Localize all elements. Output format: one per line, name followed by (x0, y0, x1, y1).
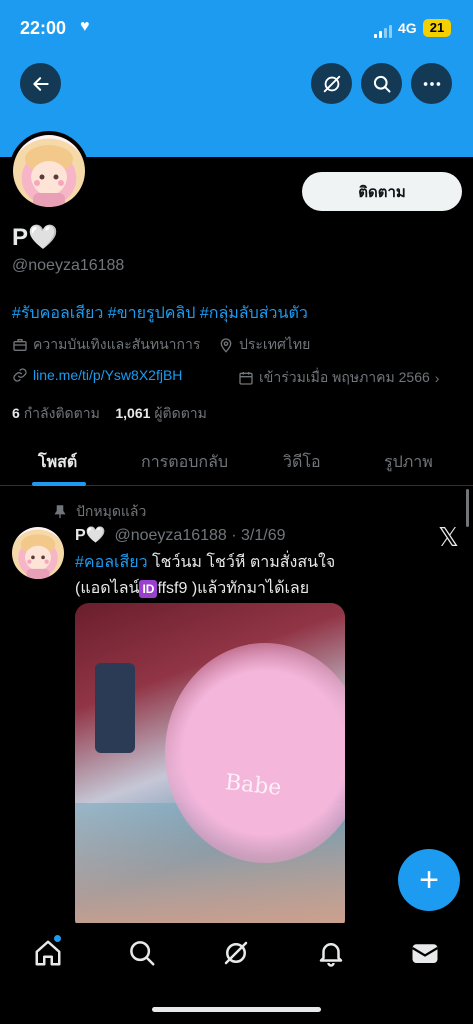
post-hashtag[interactable]: #คอลเสียว (75, 554, 148, 571)
profile-link[interactable]: line.me/ti/p/Ysw8X2fjBH (12, 367, 182, 383)
signal-icon (374, 24, 394, 38)
post-line2b: ffsf9 )แล้วทักมาได้เลย (157, 580, 310, 597)
home-indicator (152, 1007, 321, 1012)
following-link[interactable]: 6 กำลังติดตาม (12, 405, 100, 421)
battery-indicator: 21 (423, 19, 451, 37)
search-icon (373, 75, 390, 92)
display-name: P🤍 (12, 224, 58, 251)
bell-icon[interactable] (316, 938, 346, 968)
profile-bio[interactable]: #รับคอลเสียว #ขายรูปคลิป #กลุ่มลับส่วนตั… (12, 301, 308, 326)
followers-count: 1,061 (115, 405, 151, 421)
post-avatar[interactable] (12, 527, 64, 579)
grok-icon (323, 75, 340, 92)
location-pin-icon (220, 338, 232, 353)
calendar-icon (239, 372, 253, 385)
status-time: 22:00 (20, 18, 67, 38)
media-figure (95, 663, 135, 753)
more-button[interactable] (411, 63, 452, 104)
following-count: 6 (12, 405, 20, 421)
link-icon (13, 368, 27, 382)
pin-icon (54, 505, 66, 519)
profile-category: ความบันเทิงและสันทนาการ (12, 334, 200, 356)
tab-videos[interactable]: วิดีโอ (283, 450, 321, 475)
category-text: ความบันเทิงและสันทนาการ (33, 336, 201, 352)
compose-button[interactable]: + (398, 849, 460, 911)
profile-tabs: โพสต์ การตอบกลับ วิดีโอ รูปภาพ (0, 438, 473, 486)
followers-label: ผู้ติดตาม (154, 405, 207, 421)
plus-icon: + (419, 861, 439, 899)
id-badge-icon: ID (139, 580, 158, 598)
tab-replies[interactable]: การตอบกลับ (141, 450, 228, 475)
grok-icon[interactable] (221, 938, 251, 968)
pinned-label: ปักหมุดแล้ว (54, 501, 146, 523)
post-author-name[interactable]: P🤍 (75, 527, 106, 544)
x-logo-icon: 𝕏 (438, 523, 459, 553)
followers-link[interactable]: 1,061 ผู้ติดตาม (115, 405, 207, 421)
tab-indicator (32, 482, 86, 486)
back-button[interactable] (20, 63, 61, 104)
scrollbar[interactable] (466, 489, 469, 527)
search-icon[interactable] (127, 938, 157, 968)
post-handle-date[interactable]: @noeyza16188 · 3/1/69 (114, 527, 285, 544)
search-button[interactable] (361, 63, 402, 104)
follow-counts: 6 กำลังติดตาม 1,061 ผู้ติดตาม (12, 403, 207, 425)
following-label: กำลังติดตาม (23, 405, 100, 421)
link-text[interactable]: line.me/ti/p/Ysw8X2fjBH (33, 367, 182, 383)
post-header: P🤍 @noeyza16188 · 3/1/69 (75, 525, 286, 545)
status-heart-icon: ♥ (80, 18, 90, 35)
chevron-right-icon[interactable]: › (435, 370, 440, 386)
post-line2a: (แอดไลน์ (75, 580, 140, 597)
profile-avatar[interactable] (9, 131, 89, 211)
joined-text: เข้าร่วมเมื่อ พฤษภาคม 2566 (259, 369, 430, 385)
tab-posts[interactable]: โพสต์ (38, 450, 77, 475)
more-icon (423, 81, 440, 86)
pinned-text: ปักหมุดแล้ว (76, 503, 147, 519)
profile-location: ประเทศไทย (218, 334, 310, 356)
post-text: #คอลเสียว โชว์นม โชว์หี ตามสั่งสนใจ (แอด… (75, 550, 375, 602)
briefcase-icon (13, 339, 27, 351)
profile-joined: เข้าร่วมเมื่อ พฤษภาคม 2566 › (238, 367, 439, 389)
mail-icon[interactable] (410, 938, 440, 968)
status-bar: 22:00 ♥ 4G 21 (0, 14, 473, 44)
profile-handle: @noeyza16188 (12, 257, 125, 274)
grok-button[interactable] (311, 63, 352, 104)
avatar-image (13, 135, 85, 207)
post-media[interactable]: Babe (75, 603, 345, 933)
home-icon[interactable] (33, 938, 63, 968)
network-type: 4G (398, 20, 417, 36)
notification-dot (54, 935, 61, 942)
location-text: ประเทศไทย (239, 336, 311, 352)
follow-button[interactable]: ติดตาม (302, 172, 462, 211)
arrow-left-icon (32, 76, 49, 91)
post-line1: โชว์นม โชว์หี ตามสั่งสนใจ (147, 554, 336, 571)
tab-photos[interactable]: รูปภาพ (384, 450, 433, 475)
